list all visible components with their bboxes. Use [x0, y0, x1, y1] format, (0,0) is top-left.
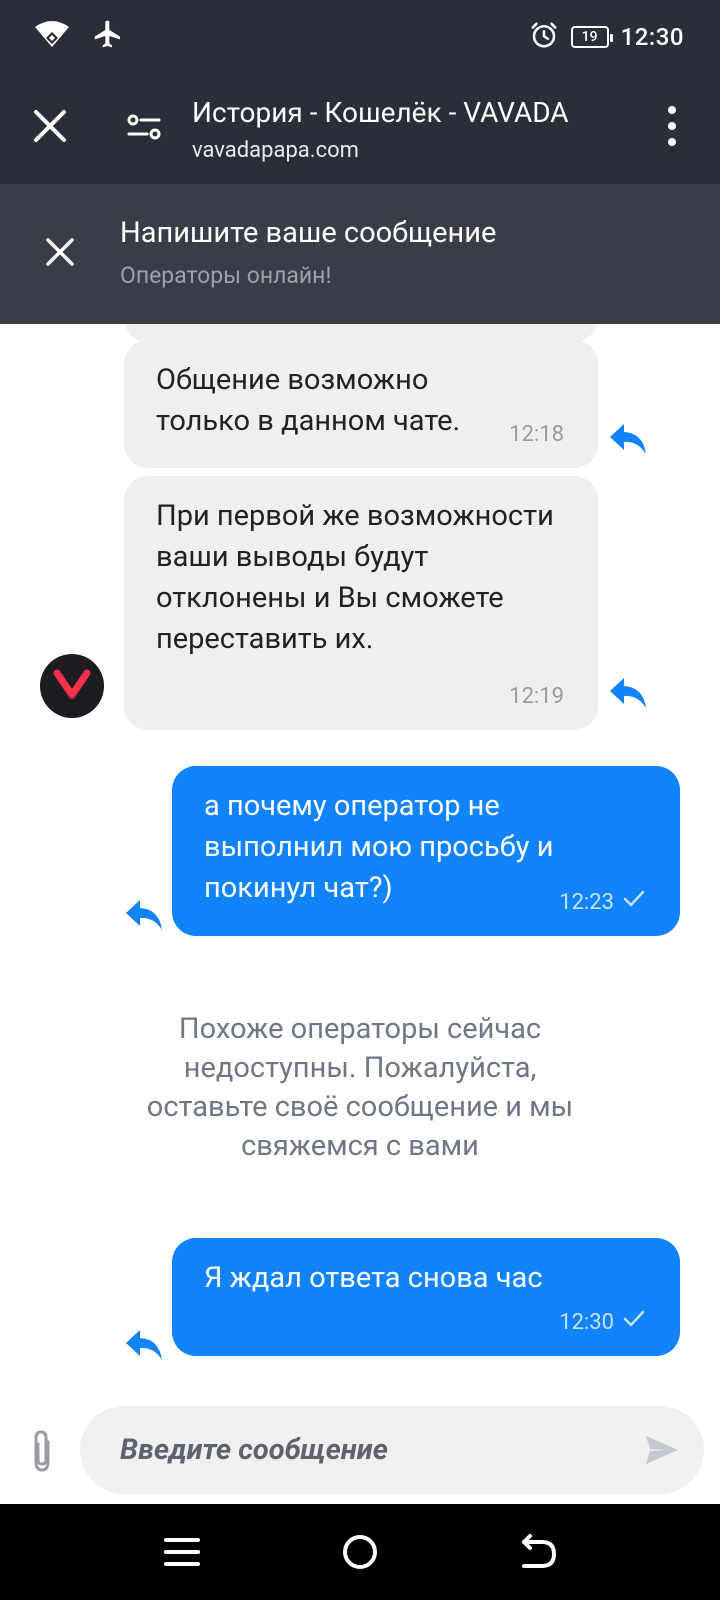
- vavada-logo-icon: [52, 667, 92, 705]
- message-meta: 12:23: [559, 889, 646, 916]
- sent-check-icon: [622, 1309, 646, 1336]
- operator-avatar: [40, 654, 104, 718]
- status-time: 12:30: [620, 23, 684, 51]
- chat-subtitle: Операторы онлайн!: [120, 262, 332, 289]
- message-text: При первой же возможности ваши выводы бу…: [156, 499, 554, 656]
- menu-icon[interactable]: [160, 1530, 204, 1574]
- close-chat-icon[interactable]: [40, 232, 80, 272]
- page-title: История - Кошелёк - VAVADA: [192, 96, 569, 129]
- reply-icon[interactable]: [124, 898, 164, 932]
- message-text: Общение возможно только в данном чате.: [156, 363, 461, 438]
- home-icon[interactable]: [338, 1530, 382, 1574]
- message-input[interactable]: [120, 1406, 600, 1494]
- battery-level: 19: [581, 29, 598, 45]
- battery-icon: 19: [570, 26, 613, 48]
- attach-icon[interactable]: [24, 1428, 60, 1476]
- message-time: 12:23: [559, 889, 614, 915]
- wifi-icon: [34, 19, 70, 53]
- page-url[interactable]: vavadapapa.com: [192, 138, 359, 163]
- system-nav-bar: [0, 1504, 720, 1600]
- outgoing-message[interactable]: Я ждал ответа снова час 12:30: [172, 1238, 680, 1356]
- chat-header: Напишите ваше сообщение Операторы онлайн…: [0, 184, 720, 324]
- sent-check-icon: [622, 889, 646, 916]
- airplane-icon: [92, 18, 124, 54]
- message-text: Я ждал ответа снова час: [204, 1261, 543, 1295]
- message-text: а почему оператор не выполнил мою просьб…: [204, 789, 554, 905]
- reply-icon[interactable]: [608, 422, 648, 456]
- system-message: Похоже операторы сейчас недоступны. Пожа…: [146, 1012, 574, 1163]
- send-icon[interactable]: [642, 1430, 682, 1470]
- chat-title: Напишите ваше сообщение: [120, 216, 497, 250]
- message-time: 12:18: [509, 422, 564, 447]
- status-bar: 19 12:30: [0, 0, 720, 72]
- browser-toolbar: История - Кошелёк - VAVADA vavadapapa.co…: [0, 72, 720, 184]
- incoming-message[interactable]: Общение возможно только в данном чате. 1…: [124, 340, 598, 468]
- incoming-message[interactable]: При первой же возможности ваши выводы бу…: [124, 476, 598, 730]
- message-input-container: [80, 1406, 704, 1494]
- message-meta: 12:30: [559, 1309, 646, 1336]
- alarm-icon: [529, 20, 559, 54]
- message-composer: [0, 1404, 720, 1504]
- reply-icon[interactable]: [124, 1328, 164, 1362]
- more-options-icon[interactable]: [650, 102, 694, 150]
- message-list[interactable]: Общение возможно только в данном чате. 1…: [0, 324, 720, 1404]
- outgoing-message[interactable]: а почему оператор не выполнил мою просьб…: [172, 766, 680, 936]
- close-tab-icon[interactable]: [28, 104, 72, 148]
- site-settings-icon[interactable]: [124, 106, 164, 146]
- message-time: 12:30: [559, 1309, 614, 1335]
- reply-icon[interactable]: [608, 676, 648, 710]
- back-icon[interactable]: [516, 1530, 560, 1574]
- message-time: 12:19: [509, 684, 564, 709]
